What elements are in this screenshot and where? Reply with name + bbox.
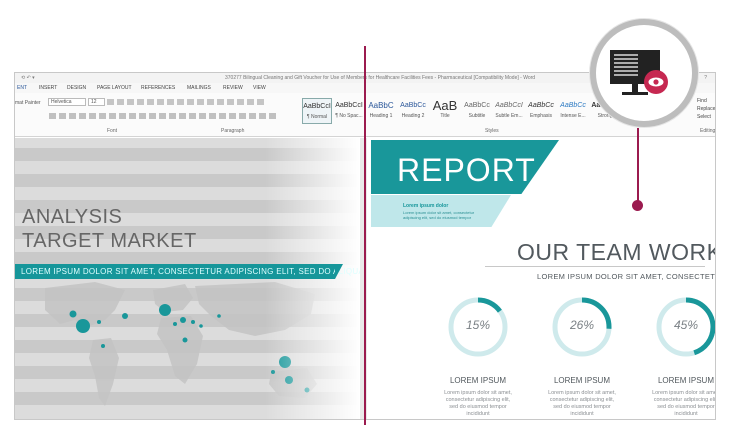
analysis-title: ANALYSIS TARGET MARKET xyxy=(22,205,197,253)
stat-title: LOREM IPSUM xyxy=(553,376,610,385)
window-title: 370277 Bilingual Cleaning and Gift Vouch… xyxy=(225,75,536,81)
find-button[interactable]: Find xyxy=(697,97,715,105)
report-slide: REPORT Lorem ipsum dolor Lorem ipsum dol… xyxy=(367,138,716,419)
stat-value: 26% xyxy=(569,318,595,332)
callout-pointer-line xyxy=(637,128,639,203)
style-title[interactable]: AaB Title xyxy=(430,98,460,124)
analysis-title-line1: ANALYSIS xyxy=(22,206,123,228)
analysis-banner: LOREM IPSUM DOLOR SIT AMET, CONSECTETUR … xyxy=(15,264,360,279)
stat-text: Lorem ipsum dolor sit amet, consectetur … xyxy=(652,390,716,417)
style-emphasis[interactable]: AaBbCc Emphasis xyxy=(526,98,556,124)
font-name-box[interactable]: Helvetica xyxy=(48,98,86,106)
stat-value: 15% xyxy=(465,318,491,332)
font-tools-bottom xyxy=(49,113,299,121)
style-intense-emphasis[interactable]: AaBbCc Intense E... xyxy=(558,98,588,124)
font-size-box[interactable]: 12 xyxy=(88,98,105,106)
style-no-spacing[interactable]: AaBbCcI ¶ No Spac... xyxy=(334,98,364,124)
replace-button[interactable]: Replace xyxy=(697,105,715,113)
help-button[interactable]: ? xyxy=(704,73,707,83)
team-divider xyxy=(485,266,705,267)
stat-text: Lorem ipsum dolor sit amet, consectetur … xyxy=(444,390,512,417)
compare-divider[interactable] xyxy=(364,46,366,425)
quick-access-toolbar[interactable]: ⟲ ↶ ▾ xyxy=(21,73,35,83)
paragraph-group-label: Paragraph xyxy=(221,128,245,134)
tab-page-layout[interactable]: PAGE LAYOUT xyxy=(97,85,132,91)
fade-overlay xyxy=(265,138,360,419)
stat-card: 45% LOREM IPSUM Lorem ipsum dolor sit am… xyxy=(651,296,716,419)
select-button[interactable]: Select xyxy=(697,113,715,121)
format-painter-button[interactable]: mat Painter xyxy=(15,100,41,106)
stage: ⟲ ↶ ▾ 370277 Bilingual Cleaning and Gift… xyxy=(0,0,736,425)
report-sub-text: Lorem ipsum dolor sit amet, consectetur … xyxy=(403,210,475,220)
callout-pointer-dot xyxy=(632,200,643,211)
team-title: OUR TEAM WORK xyxy=(517,239,716,265)
tab-review[interactable]: REVIEW xyxy=(223,85,243,91)
style-heading-1[interactable]: AaBbC Heading 1 xyxy=(366,98,396,124)
eye-icon xyxy=(644,70,668,94)
tab-insert[interactable]: INSERT xyxy=(39,85,57,91)
styles-gallery: AaBbCcI ¶ Normal AaBbCcI ¶ No Spac... Aa… xyxy=(302,98,619,128)
style-subtle-emphasis[interactable]: AaBbCcI Subtle Em... xyxy=(494,98,524,124)
stat-card: 26% LOREM IPSUM Lorem ipsum dolor sit am… xyxy=(547,296,617,419)
team-subtitle: LOREM IPSUM DOLOR SIT AMET, CONSECTETUR xyxy=(537,272,716,281)
style-subtitle[interactable]: AaBbCc Subtitle xyxy=(462,98,492,124)
report-sub-title: Lorem ipsum dolor xyxy=(403,203,449,209)
style-heading-2[interactable]: AaBbCc Heading 2 xyxy=(398,98,428,124)
tab-mailings[interactable]: MAILINGS xyxy=(187,85,211,91)
editing-group-label: Editing xyxy=(700,128,716,134)
report-label: REPORT xyxy=(397,152,536,188)
styles-group-label: Styles xyxy=(485,128,499,134)
font-group-label: Font xyxy=(107,128,118,134)
tab-view[interactable]: VIEW xyxy=(253,85,266,91)
tab-home[interactable]: ENT xyxy=(17,85,27,91)
stat-title: LOREM IPSUM xyxy=(449,376,506,385)
stat-text: Lorem ipsum dolor sit amet, consectetur … xyxy=(548,390,616,417)
editing-group: Find Replace Select xyxy=(697,97,715,121)
style-normal[interactable]: AaBbCcI ¶ Normal xyxy=(302,98,332,124)
tab-design[interactable]: DESIGN xyxy=(67,85,86,91)
stat-value: 45% xyxy=(673,318,699,332)
analysis-slide: ANALYSIS TARGET MARKET LOREM IPSUM DOLOR… xyxy=(15,138,360,419)
stat-card: 15% LOREM IPSUM Lorem ipsum dolor sit am… xyxy=(443,296,513,419)
stat-title: LOREM IPSUM xyxy=(657,376,714,385)
analysis-banner-edge xyxy=(335,264,343,279)
analysis-title-line2: TARGET MARKET xyxy=(22,230,197,252)
font-tools-top xyxy=(107,99,297,107)
monitor-read-mode-icon xyxy=(610,50,668,95)
tab-references[interactable]: REFERENCES xyxy=(141,85,175,91)
